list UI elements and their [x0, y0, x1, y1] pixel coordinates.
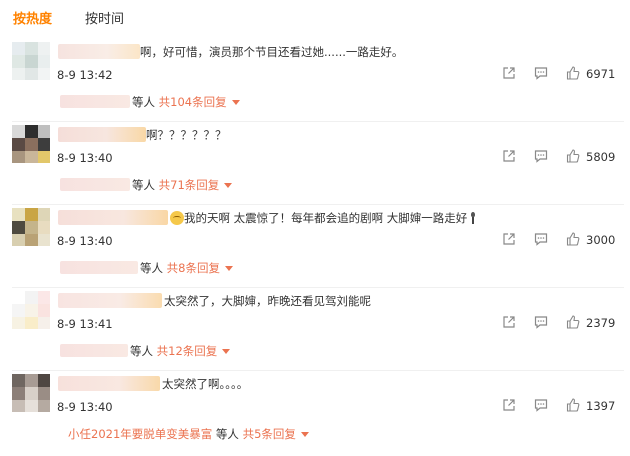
- chevron-down-icon[interactable]: [222, 349, 231, 354]
- share-icon[interactable]: [502, 315, 516, 329]
- comment-item: 太突然了，大脚婶，昨晚还看见驾刘能呢 8-9 13:41 2379 等人 共12…: [0, 291, 630, 373]
- avatar[interactable]: [12, 208, 50, 246]
- username-blurred[interactable]: [58, 127, 146, 142]
- thumbs-up-icon[interactable]: [566, 149, 580, 163]
- view-replies-link[interactable]: 共104条回复: [159, 95, 227, 109]
- comment-actions: 1397: [502, 398, 622, 416]
- divider: [12, 204, 624, 205]
- comment-time: 8-9 13:40: [57, 400, 113, 414]
- thumbs-up-icon[interactable]: [566, 315, 580, 329]
- thumbs-up-icon[interactable]: [566, 398, 580, 412]
- username-blurred[interactable]: [58, 376, 160, 391]
- chevron-down-icon[interactable]: [231, 100, 240, 105]
- comment-time: 8-9 13:40: [57, 234, 113, 248]
- divider: [12, 287, 624, 288]
- share-icon[interactable]: [502, 149, 516, 163]
- view-replies-link[interactable]: 共5条回复: [243, 427, 296, 441]
- username-blurred[interactable]: [58, 44, 140, 59]
- comment-item: 啊，好可惜，演员那个节目还看过她......一路走好。 8-9 13:42 69…: [0, 42, 630, 124]
- thumbs-up-icon[interactable]: [566, 66, 580, 80]
- replier-name[interactable]: 小任2021年要脱单变美暴富: [68, 427, 212, 441]
- comment-time: 8-9 13:40: [57, 151, 113, 165]
- comment-time: 8-9 13:41: [57, 317, 113, 331]
- like-count: 3000: [586, 233, 616, 247]
- comment-actions: 2379: [502, 315, 622, 333]
- like-count: 2379: [586, 316, 616, 330]
- replier-names-blurred: [60, 344, 128, 357]
- share-icon[interactable]: [502, 66, 516, 80]
- comment-icon[interactable]: [534, 315, 548, 329]
- comment-text: 太突然了，大脚婶，昨晚还看见驾刘能呢: [164, 294, 371, 308]
- comment-item: 我的天啊 太震惊了！每年都会追的剧啊 大脚婶一路走好 8-9 13:40 300…: [0, 208, 630, 290]
- like-count: 6971: [586, 67, 616, 81]
- replier-names-blurred: [60, 95, 130, 108]
- comment-icon[interactable]: [534, 66, 548, 80]
- avatar[interactable]: [12, 291, 50, 329]
- username-blurred[interactable]: [58, 293, 162, 308]
- username-blurred[interactable]: [58, 210, 168, 225]
- comment-text: 太突然了啊。。。。: [162, 377, 249, 391]
- like-count: 1397: [586, 399, 616, 413]
- chevron-down-icon[interactable]: [224, 183, 233, 188]
- replier-names-blurred: [60, 261, 138, 274]
- view-replies-link[interactable]: 共71条回复: [159, 178, 220, 192]
- share-icon[interactable]: [502, 398, 516, 412]
- comment-text: 我的天啊 太震惊了！每年都会追的剧啊 大脚婶一路走好: [184, 211, 468, 225]
- thumbs-up-icon[interactable]: [566, 232, 580, 246]
- shocked-face-icon: [170, 211, 184, 225]
- view-replies-link[interactable]: 共8条回复: [167, 261, 220, 275]
- like-count: 5809: [586, 150, 616, 164]
- comment-actions: 6971: [502, 66, 622, 84]
- share-icon[interactable]: [502, 232, 516, 246]
- chevron-down-icon[interactable]: [300, 432, 309, 437]
- avatar[interactable]: [12, 42, 50, 80]
- comment-icon[interactable]: [534, 232, 548, 246]
- comment-time: 8-9 13:42: [57, 68, 113, 82]
- reply-prefix: 等人: [215, 427, 239, 441]
- comment-actions: 3000: [502, 232, 622, 250]
- comment-item: 太突然了啊。。。。 8-9 13:40 1397 小任2021年要脱单变美暴富 …: [0, 374, 630, 456]
- comment-icon[interactable]: [534, 149, 548, 163]
- comment-text: 啊？？？？？？: [146, 128, 227, 142]
- reply-prefix: 等人: [130, 344, 153, 358]
- avatar[interactable]: [12, 125, 50, 163]
- comment-actions: 5809: [502, 149, 622, 167]
- replier-names-blurred: [60, 178, 130, 191]
- divider: [12, 370, 624, 371]
- reply-prefix: 等人: [132, 95, 155, 109]
- candle-icon: [469, 212, 478, 224]
- comment-icon[interactable]: [534, 398, 548, 412]
- chevron-down-icon[interactable]: [224, 266, 233, 271]
- reply-prefix: 等人: [140, 261, 163, 275]
- tab-sort-by-time[interactable]: 按时间: [85, 8, 124, 27]
- view-replies-link[interactable]: 共12条回复: [157, 344, 218, 358]
- avatar[interactable]: [12, 374, 50, 412]
- comment-item: 啊？？？？？？ 8-9 13:40 5809 等人 共71条回复: [0, 125, 630, 207]
- comment-text: 啊，好可惜，演员那个节目还看过她......一路走好。: [140, 45, 404, 59]
- tab-sort-by-hot[interactable]: 按热度: [13, 8, 52, 27]
- reply-prefix: 等人: [132, 178, 155, 192]
- divider: [12, 121, 624, 122]
